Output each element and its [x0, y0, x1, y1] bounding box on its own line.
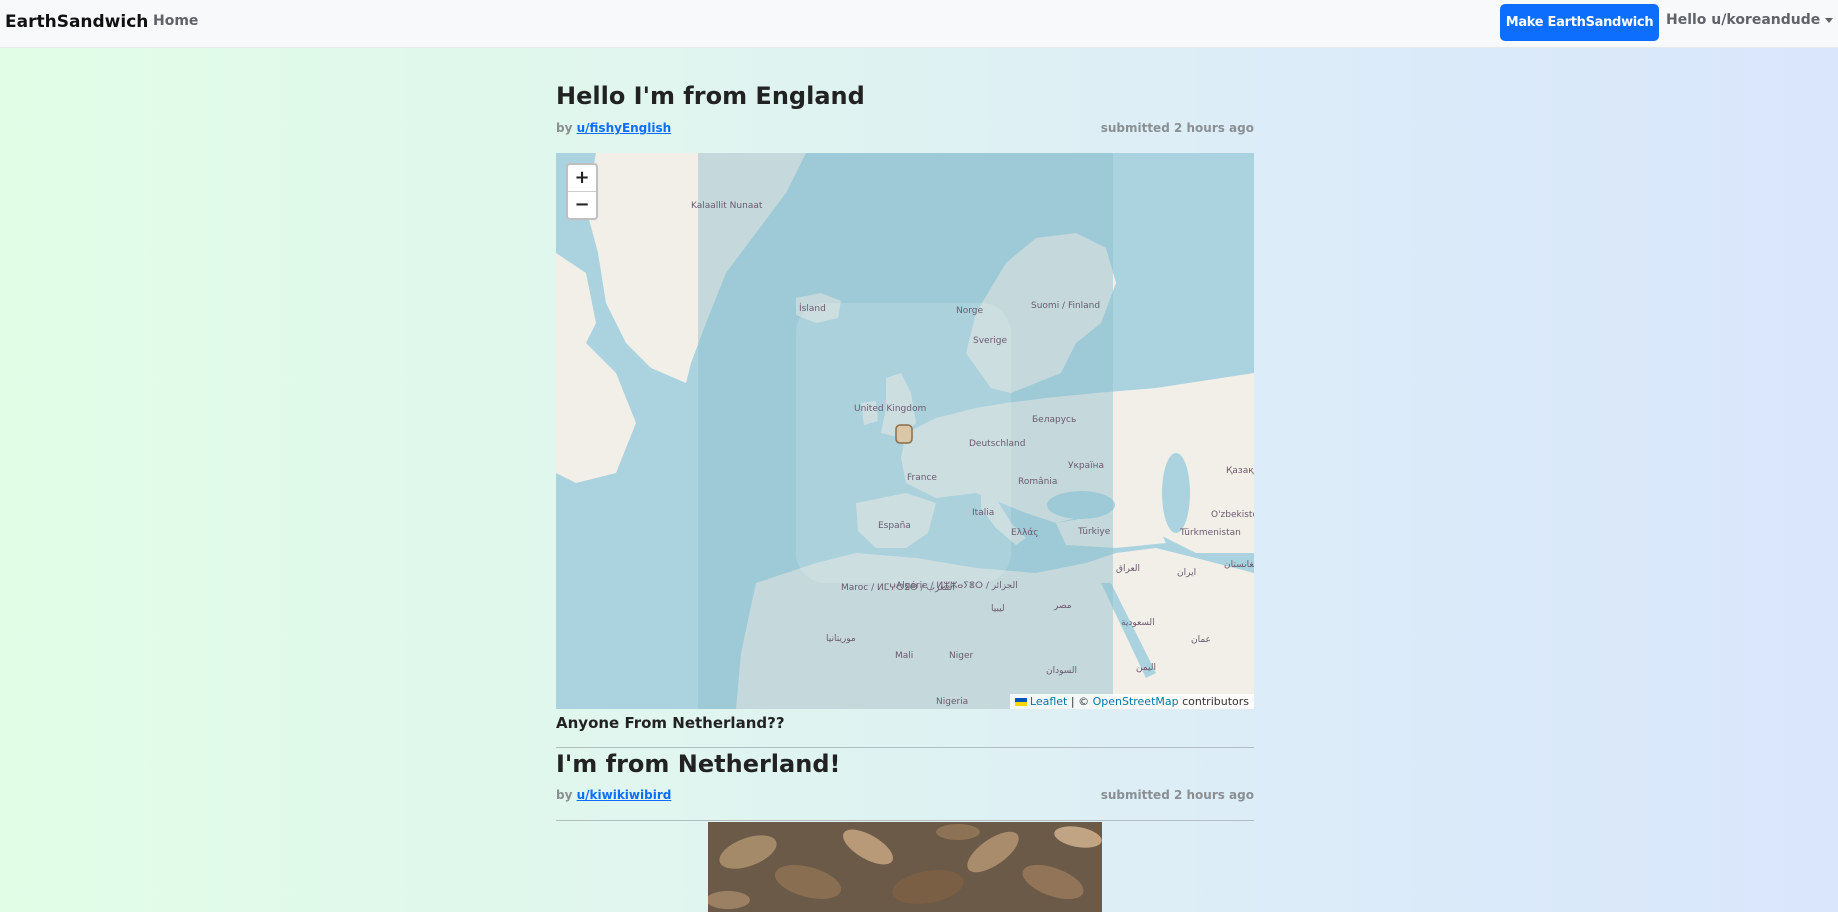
- zoom-control: + −: [566, 163, 598, 220]
- attribution-suffix: contributors: [1178, 695, 1249, 708]
- map-label: Беларусь: [1032, 415, 1076, 425]
- map-label: Suomi / Finland: [1031, 301, 1100, 311]
- leaflet-map[interactable]: Kalaallit Nunaat Ísland Norge Suomi / Fi…: [556, 153, 1254, 709]
- byline-prefix: by: [556, 121, 573, 135]
- map-attribution: Leaflet | © OpenStreetMap contributors: [1009, 694, 1254, 709]
- map-tiles: Kalaallit Nunaat Ísland Norge Suomi / Fi…: [556, 153, 1254, 709]
- map-label: España: [878, 521, 911, 531]
- ukraine-flag-icon: [1014, 698, 1027, 706]
- map-label: Nigeria: [936, 697, 968, 707]
- nav-link-home[interactable]: Home: [153, 13, 198, 29]
- post-byline: by u/fishyEnglish: [556, 121, 671, 135]
- map-label: افغانستان: [1224, 560, 1254, 570]
- attribution-separator: | ©: [1067, 695, 1093, 708]
- map-label: السودان: [1046, 666, 1077, 676]
- map-label: United Kingdom: [854, 404, 926, 414]
- post-divider: [556, 820, 1254, 821]
- map-label: France: [907, 473, 937, 483]
- chevron-down-icon: [1825, 17, 1834, 23]
- map-label: Italia: [972, 508, 994, 518]
- zoom-out-button[interactable]: −: [568, 191, 596, 218]
- post-photo: [708, 822, 1102, 912]
- map-label: România: [1018, 477, 1057, 487]
- map-label: Kalaallit Nunaat: [691, 201, 763, 211]
- map-label: السعودية: [1121, 618, 1155, 628]
- post-title: I'm from Netherland!: [556, 750, 841, 778]
- user-menu-label: Hello u/koreandude: [1666, 12, 1821, 28]
- submitted-time: submitted 2 hours ago: [1100, 788, 1254, 802]
- post-byline: by u/kiwikiwibird: [556, 788, 671, 802]
- byline-prefix: by: [556, 788, 573, 802]
- zoom-in-button[interactable]: +: [568, 165, 596, 191]
- leaflet-link[interactable]: Leaflet: [1030, 695, 1067, 708]
- map-label: اليمن: [1136, 663, 1156, 673]
- author-link[interactable]: u/kiwikiwibird: [577, 788, 672, 802]
- map-label: مصر: [1053, 601, 1072, 611]
- post-caption: Anyone From Netherland??: [556, 714, 785, 732]
- author-link[interactable]: u/fishyEnglish: [577, 121, 672, 135]
- post-divider: [556, 747, 1254, 748]
- map-label: Norge: [956, 306, 983, 316]
- osm-link[interactable]: OpenStreetMap: [1093, 695, 1179, 708]
- map-label: ایران: [1177, 568, 1196, 578]
- map-label: موريتانيا: [826, 634, 856, 644]
- leaves-photo: [708, 822, 1102, 912]
- map-label: Niger: [949, 651, 973, 661]
- map-label: ليبيا: [991, 604, 1005, 614]
- submitted-time: submitted 2 hours ago: [1100, 121, 1254, 135]
- post-title: Hello I'm from England: [556, 82, 865, 110]
- brand-logo[interactable]: EarthSandwich: [5, 12, 148, 32]
- map-label: Україна: [1068, 461, 1104, 471]
- top-navbar: EarthSandwich Home Make EarthSandwich He…: [0, 0, 1838, 48]
- user-menu-dropdown[interactable]: Hello u/koreandude: [1666, 12, 1834, 28]
- map-label: Mali: [895, 651, 913, 661]
- map-label: Deutschland: [969, 439, 1025, 449]
- make-earthsandwich-button[interactable]: Make EarthSandwich: [1500, 4, 1659, 41]
- map-label: Қазақ: [1226, 466, 1254, 476]
- map-label: Algérie / ⵍⵣⵣⴰⵢⴻⵔ / الجزائر: [896, 580, 1018, 591]
- map-label: O'zbekiston: [1211, 510, 1254, 520]
- map-label: عمان: [1191, 635, 1211, 645]
- map-label: Türkmenistan: [1179, 528, 1241, 538]
- map-label: العراق: [1116, 564, 1140, 574]
- map-label: Ελλάς: [1011, 528, 1039, 538]
- map-label: Sverige: [973, 336, 1007, 346]
- map-label: Türkiye: [1077, 527, 1111, 537]
- map-label: Ísland: [799, 302, 826, 314]
